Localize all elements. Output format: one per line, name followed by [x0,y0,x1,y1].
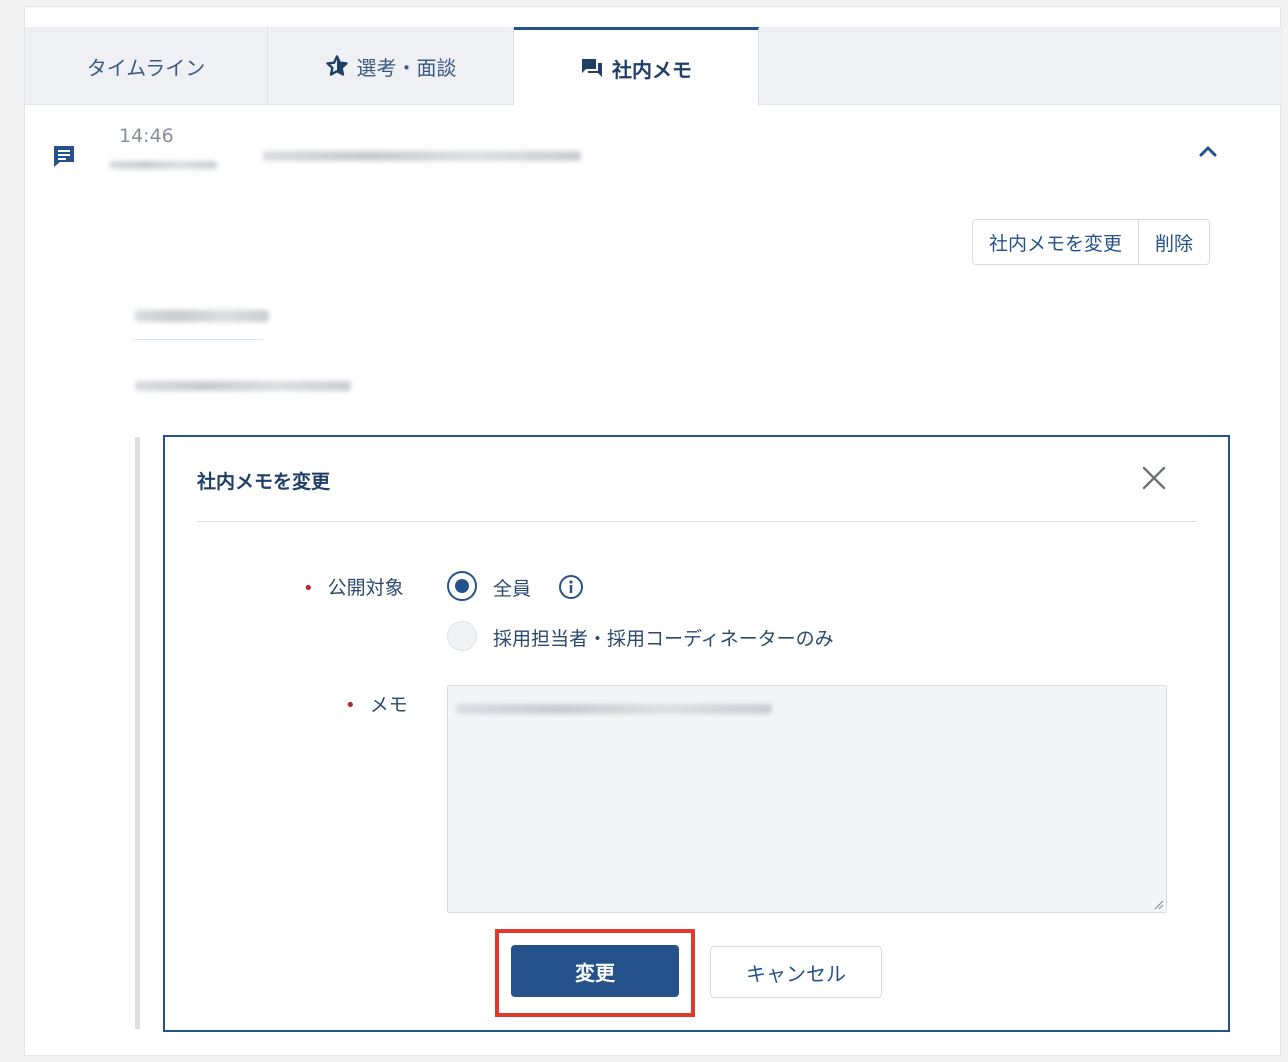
radio-all[interactable] [447,571,477,601]
tab-timeline[interactable]: タイムライン [25,27,268,105]
tab-internal-memo-label: 社内メモ [612,57,692,82]
tab-bar: タイムライン 選考・面談 社内メモ [25,27,1282,106]
radio-recruiters-only-label[interactable]: 採用担当者・採用コーディネーターのみ [493,624,834,651]
submit-change-button[interactable]: 変更 [511,945,679,997]
memo-label: • メモ [345,690,408,717]
radio-all-label[interactable]: 全員 [493,574,531,601]
memo-label-text: メモ [369,694,408,716]
chat-bubbles-icon [582,59,602,77]
memo-textarea[interactable] [447,685,1167,913]
edit-memo-button[interactable]: 社内メモを変更 [972,219,1140,265]
blurred-author [109,161,217,169]
star-outline-icon [325,55,348,76]
edit-memo-panel: 社内メモを変更 • 公開対象 全員 採用担当者・採用コーディネーターのみ • メモ … [163,435,1230,1032]
blurred-memo-author-detail [135,310,269,322]
delete-memo-button[interactable]: 削除 [1139,219,1211,265]
blurred-memo-body [135,381,351,391]
panel-divider [197,521,1197,522]
tab-internal-memo[interactable]: 社内メモ [514,27,759,106]
memo-note-icon [54,146,74,167]
visibility-label: • 公開対象 [303,573,404,600]
info-icon[interactable] [558,574,584,600]
main-frame: タイムライン 選考・面談 社内メモ 14:46 社内メモを変更 削除 社内メモを… [24,6,1282,1056]
tab-timeline-label: タイムライン [86,55,206,80]
chevron-up-icon[interactable] [1197,143,1219,159]
divider [133,339,263,340]
thread-line [135,437,140,1029]
close-icon[interactable] [1141,465,1167,491]
required-dot: • [303,578,314,599]
panel-title: 社内メモを変更 [197,471,331,493]
required-dot: • [345,695,356,716]
cancel-button[interactable]: キャンセル [710,946,882,998]
blurred-memo-text [456,704,772,714]
visibility-label-text: 公開対象 [327,577,404,599]
tab-selection-interview[interactable]: 選考・面談 [268,27,514,105]
resize-handle-icon[interactable] [1152,898,1164,910]
tab-selection-interview-label: 選考・面談 [356,55,457,80]
blurred-memo-summary [263,151,581,161]
memo-time: 14:46 [119,125,174,147]
memo-actions: 社内メモを変更 削除 [972,219,1211,265]
radio-recruiters-only[interactable] [447,621,477,651]
